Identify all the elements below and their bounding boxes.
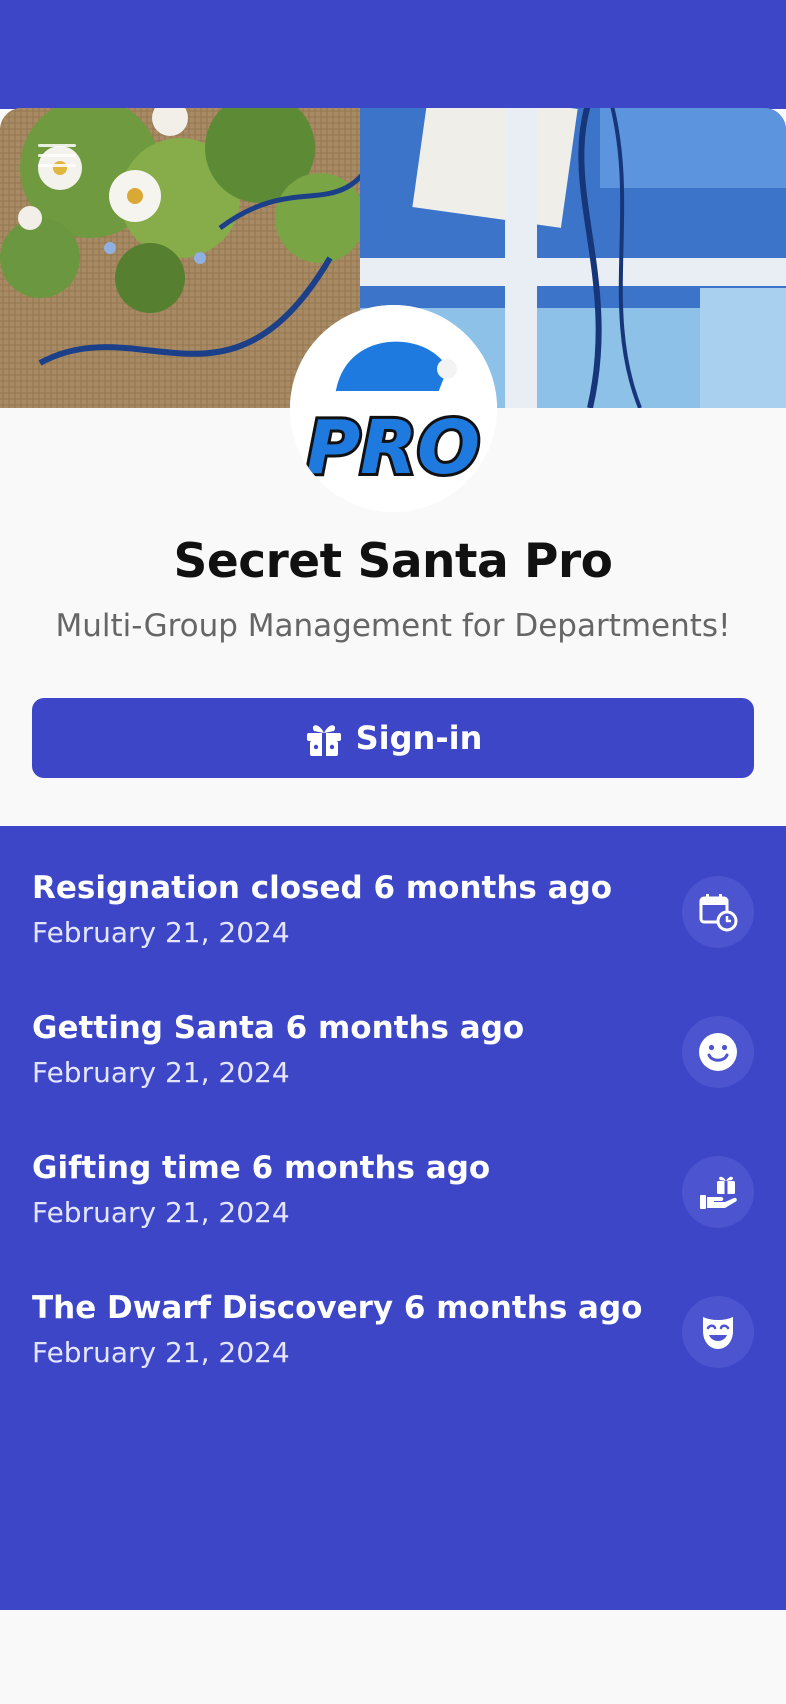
timeline-item: Resignation closed 6 months ago February… [32, 826, 754, 949]
event-date: February 21, 2024 [32, 916, 290, 949]
calendar-clock-icon [682, 876, 754, 948]
event-title: Getting Santa 6 months ago [32, 1010, 525, 1046]
signin-button-label: Sign-in [355, 719, 483, 757]
top-status-bar [0, 0, 786, 109]
svg-text:PRO: PRO [306, 405, 480, 491]
masks-theater-icon [682, 1296, 754, 1368]
event-title: Resignation closed 6 months ago [32, 870, 613, 906]
timeline-item: The Dwarf Discovery 6 months ago Februar… [32, 1246, 754, 1369]
smiley-face-icon [682, 1016, 754, 1088]
event-date: February 21, 2024 [32, 1196, 290, 1229]
page-subtitle: Multi-Group Management for Departments! [55, 608, 731, 644]
timeline-item: Gifting time 6 months ago February 21, 2… [32, 1106, 754, 1229]
page-title: Secret Santa Pro [173, 534, 613, 589]
hamburger-menu-icon[interactable] [34, 138, 82, 178]
timeline-item: Getting Santa 6 months ago February 21, … [32, 966, 754, 1089]
gift-icon [304, 718, 344, 758]
event-title: The Dwarf Discovery 6 months ago [32, 1290, 643, 1326]
hand-holding-gift-icon [682, 1156, 754, 1228]
event-title: Gifting time 6 months ago [32, 1150, 491, 1186]
app-logo-avatar: PRO [290, 305, 497, 512]
event-timeline: Resignation closed 6 months ago February… [0, 826, 786, 1610]
event-date: February 21, 2024 [32, 1056, 290, 1089]
signin-button[interactable]: Sign-in [32, 698, 754, 778]
event-date: February 21, 2024 [32, 1336, 290, 1369]
